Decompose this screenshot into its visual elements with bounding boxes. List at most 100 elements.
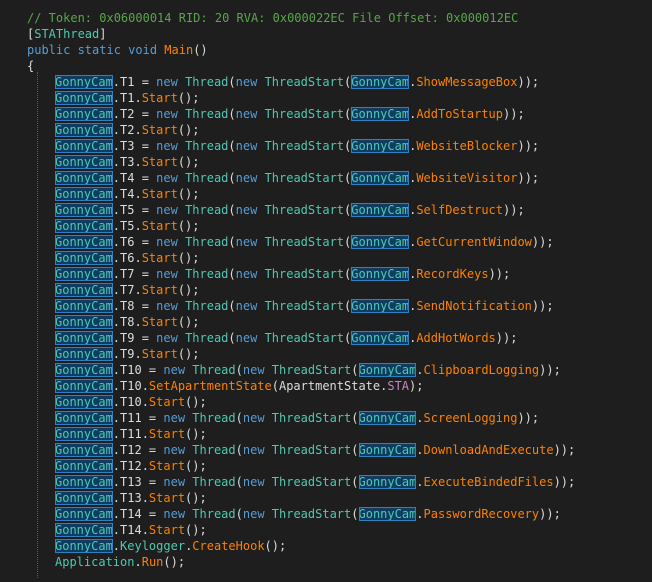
code-token: (); (177, 251, 200, 265)
code-token: Thread (192, 411, 236, 425)
highlighted-reference: GonnyCam (55, 443, 113, 457)
code-token: . (416, 475, 424, 489)
highlighted-reference: GonnyCam (351, 171, 410, 185)
code-line[interactable]: GonnyCam.T1.Start(); (55, 90, 200, 106)
code-line[interactable]: GonnyCam.T13 = new Thread(new ThreadStar… (55, 474, 575, 490)
code-token: ShowMessageBox (416, 75, 518, 89)
code-token: PasswordRecovery (423, 507, 540, 521)
code-line[interactable]: GonnyCam.T4.Start(); (55, 186, 200, 202)
code-token: ( (228, 331, 236, 345)
code-line[interactable]: GonnyCam.T3.Start(); (55, 154, 200, 170)
code-token: RecordKeys (416, 267, 489, 281)
code-token: ( (235, 363, 243, 377)
code-token: .T2 = (112, 107, 157, 121)
code-token: ( (351, 411, 359, 425)
highlighted-reference: GonnyCam (55, 219, 113, 233)
code-token: .T4. (112, 187, 142, 201)
code-token: .T10. (112, 379, 149, 393)
code-line[interactable]: GonnyCam.T5 = new Thread(new ThreadStart… (55, 202, 525, 218)
code-token: Start (141, 283, 178, 297)
code-token: Thread (185, 171, 229, 185)
code-token: // Token: 0x06000014 RID: 20 RVA: 0x0000… (27, 11, 519, 25)
highlighted-reference: GonnyCam (351, 267, 410, 281)
code-editor[interactable]: // Token: 0x06000014 RID: 20 RVA: 0x0000… (0, 0, 652, 582)
code-line[interactable]: GonnyCam.T2 = new Thread(new ThreadStart… (55, 106, 525, 122)
highlighted-reference: GonnyCam (55, 347, 113, 361)
code-line[interactable]: GonnyCam.T3 = new Thread(new ThreadStart… (55, 138, 539, 154)
code-token: AddHotWords (416, 331, 496, 345)
highlighted-reference: GonnyCam (351, 139, 410, 153)
code-token: . (416, 507, 424, 521)
code-token: )); (531, 235, 554, 249)
highlighted-reference: GonnyCam (55, 523, 113, 537)
code-token: new (163, 443, 193, 457)
highlighted-reference: GonnyCam (55, 155, 113, 169)
code-line[interactable]: GonnyCam.T10.SetApartmentState(Apartment… (55, 378, 423, 394)
code-token: ThreadStart (271, 507, 352, 521)
code-line[interactable]: GonnyCam.T4 = new Thread(new ThreadStart… (55, 170, 539, 186)
code-token: ThreadStart (264, 267, 345, 281)
code-token: (); (185, 395, 207, 409)
code-line[interactable]: GonnyCam.T12.Start(); (55, 458, 207, 474)
code-token: .T14. (112, 523, 149, 537)
code-line[interactable]: GonnyCam.T11 = new Thread(new ThreadStar… (55, 410, 539, 426)
code-line[interactable]: { (27, 58, 34, 74)
code-line[interactable]: GonnyCam.T9.Start(); (55, 346, 200, 362)
code-line[interactable]: GonnyCam.T11.Start(); (55, 426, 207, 442)
code-token: )); (539, 507, 561, 521)
code-token: )); (495, 331, 518, 345)
code-token: WebsiteBlocker (416, 139, 518, 153)
code-line[interactable]: GonnyCam.T7.Start(); (55, 282, 200, 298)
code-line[interactable]: GonnyCam.T13.Start(); (55, 490, 207, 506)
code-line[interactable]: [STAThread] (27, 26, 107, 42)
code-line[interactable]: GonnyCam.T8.Start(); (55, 314, 200, 330)
code-line[interactable]: GonnyCam.T2.Start(); (55, 122, 200, 138)
code-token: )); (503, 107, 525, 121)
code-line[interactable]: GonnyCam.T14 = new Thread(new ThreadStar… (55, 506, 561, 522)
code-token: ThreadStart (271, 363, 352, 377)
code-line[interactable]: Application.Run(); (55, 554, 185, 570)
code-token: .T6 = (112, 235, 157, 249)
code-line[interactable]: public static void Main() (27, 42, 208, 58)
code-token: ( (228, 171, 236, 185)
code-line[interactable]: GonnyCam.T6 = new Thread(new ThreadStart… (55, 234, 554, 250)
code-token: .T10. (112, 395, 149, 409)
code-token: new (235, 75, 265, 89)
code-token: )); (517, 171, 540, 185)
code-line[interactable]: GonnyCam.T1 = new Thread(new ThreadStart… (55, 74, 539, 90)
code-line[interactable]: GonnyCam.T9 = new Thread(new ThreadStart… (55, 330, 517, 346)
code-line[interactable]: GonnyCam.T6.Start(); (55, 250, 200, 266)
code-token: ( (228, 299, 236, 313)
code-line[interactable]: GonnyCam.T8 = new Thread(new ThreadStart… (55, 298, 554, 314)
code-token: new (156, 75, 186, 89)
code-token: .T8 = (112, 299, 157, 313)
code-token: SendNotification (416, 299, 532, 313)
highlighted-reference: GonnyCam (358, 363, 417, 377)
code-token: .T9 = (112, 331, 157, 345)
code-line[interactable]: GonnyCam.T7 = new Thread(new ThreadStart… (55, 266, 510, 282)
highlighted-reference: GonnyCam (55, 475, 113, 489)
code-token: Start (141, 347, 178, 361)
code-line[interactable]: GonnyCam.Keylogger.CreateHook(); (55, 538, 286, 554)
code-token: ThreadStart (264, 203, 345, 217)
code-line[interactable]: GonnyCam.T5.Start(); (55, 218, 200, 234)
code-token: .T7 = (112, 267, 157, 281)
code-line[interactable]: GonnyCam.T10.Start(); (55, 394, 207, 410)
code-token: ThreadStart (264, 75, 345, 89)
code-token: .T13. (112, 491, 149, 505)
code-token: ThreadStart (271, 411, 352, 425)
highlighted-reference: GonnyCam (358, 411, 417, 425)
code-token: .T5. (112, 219, 142, 233)
code-line[interactable]: GonnyCam.T14.Start(); (55, 522, 207, 538)
code-line[interactable]: // Token: 0x06000014 RID: 20 RVA: 0x0000… (27, 10, 518, 26)
code-line[interactable]: GonnyCam.T12 = new Thread(new ThreadStar… (55, 442, 575, 458)
code-token: CreateHook (192, 539, 265, 553)
highlighted-reference: GonnyCam (55, 283, 113, 297)
highlighted-reference: GonnyCam (55, 299, 113, 313)
code-token: .T4 = (112, 171, 157, 185)
highlighted-reference: GonnyCam (55, 411, 113, 425)
code-token: )); (488, 267, 511, 281)
code-token: (); (177, 283, 200, 297)
code-line[interactable]: GonnyCam.T10 = new Thread(new ThreadStar… (55, 362, 561, 378)
code-token: (); (185, 427, 207, 441)
